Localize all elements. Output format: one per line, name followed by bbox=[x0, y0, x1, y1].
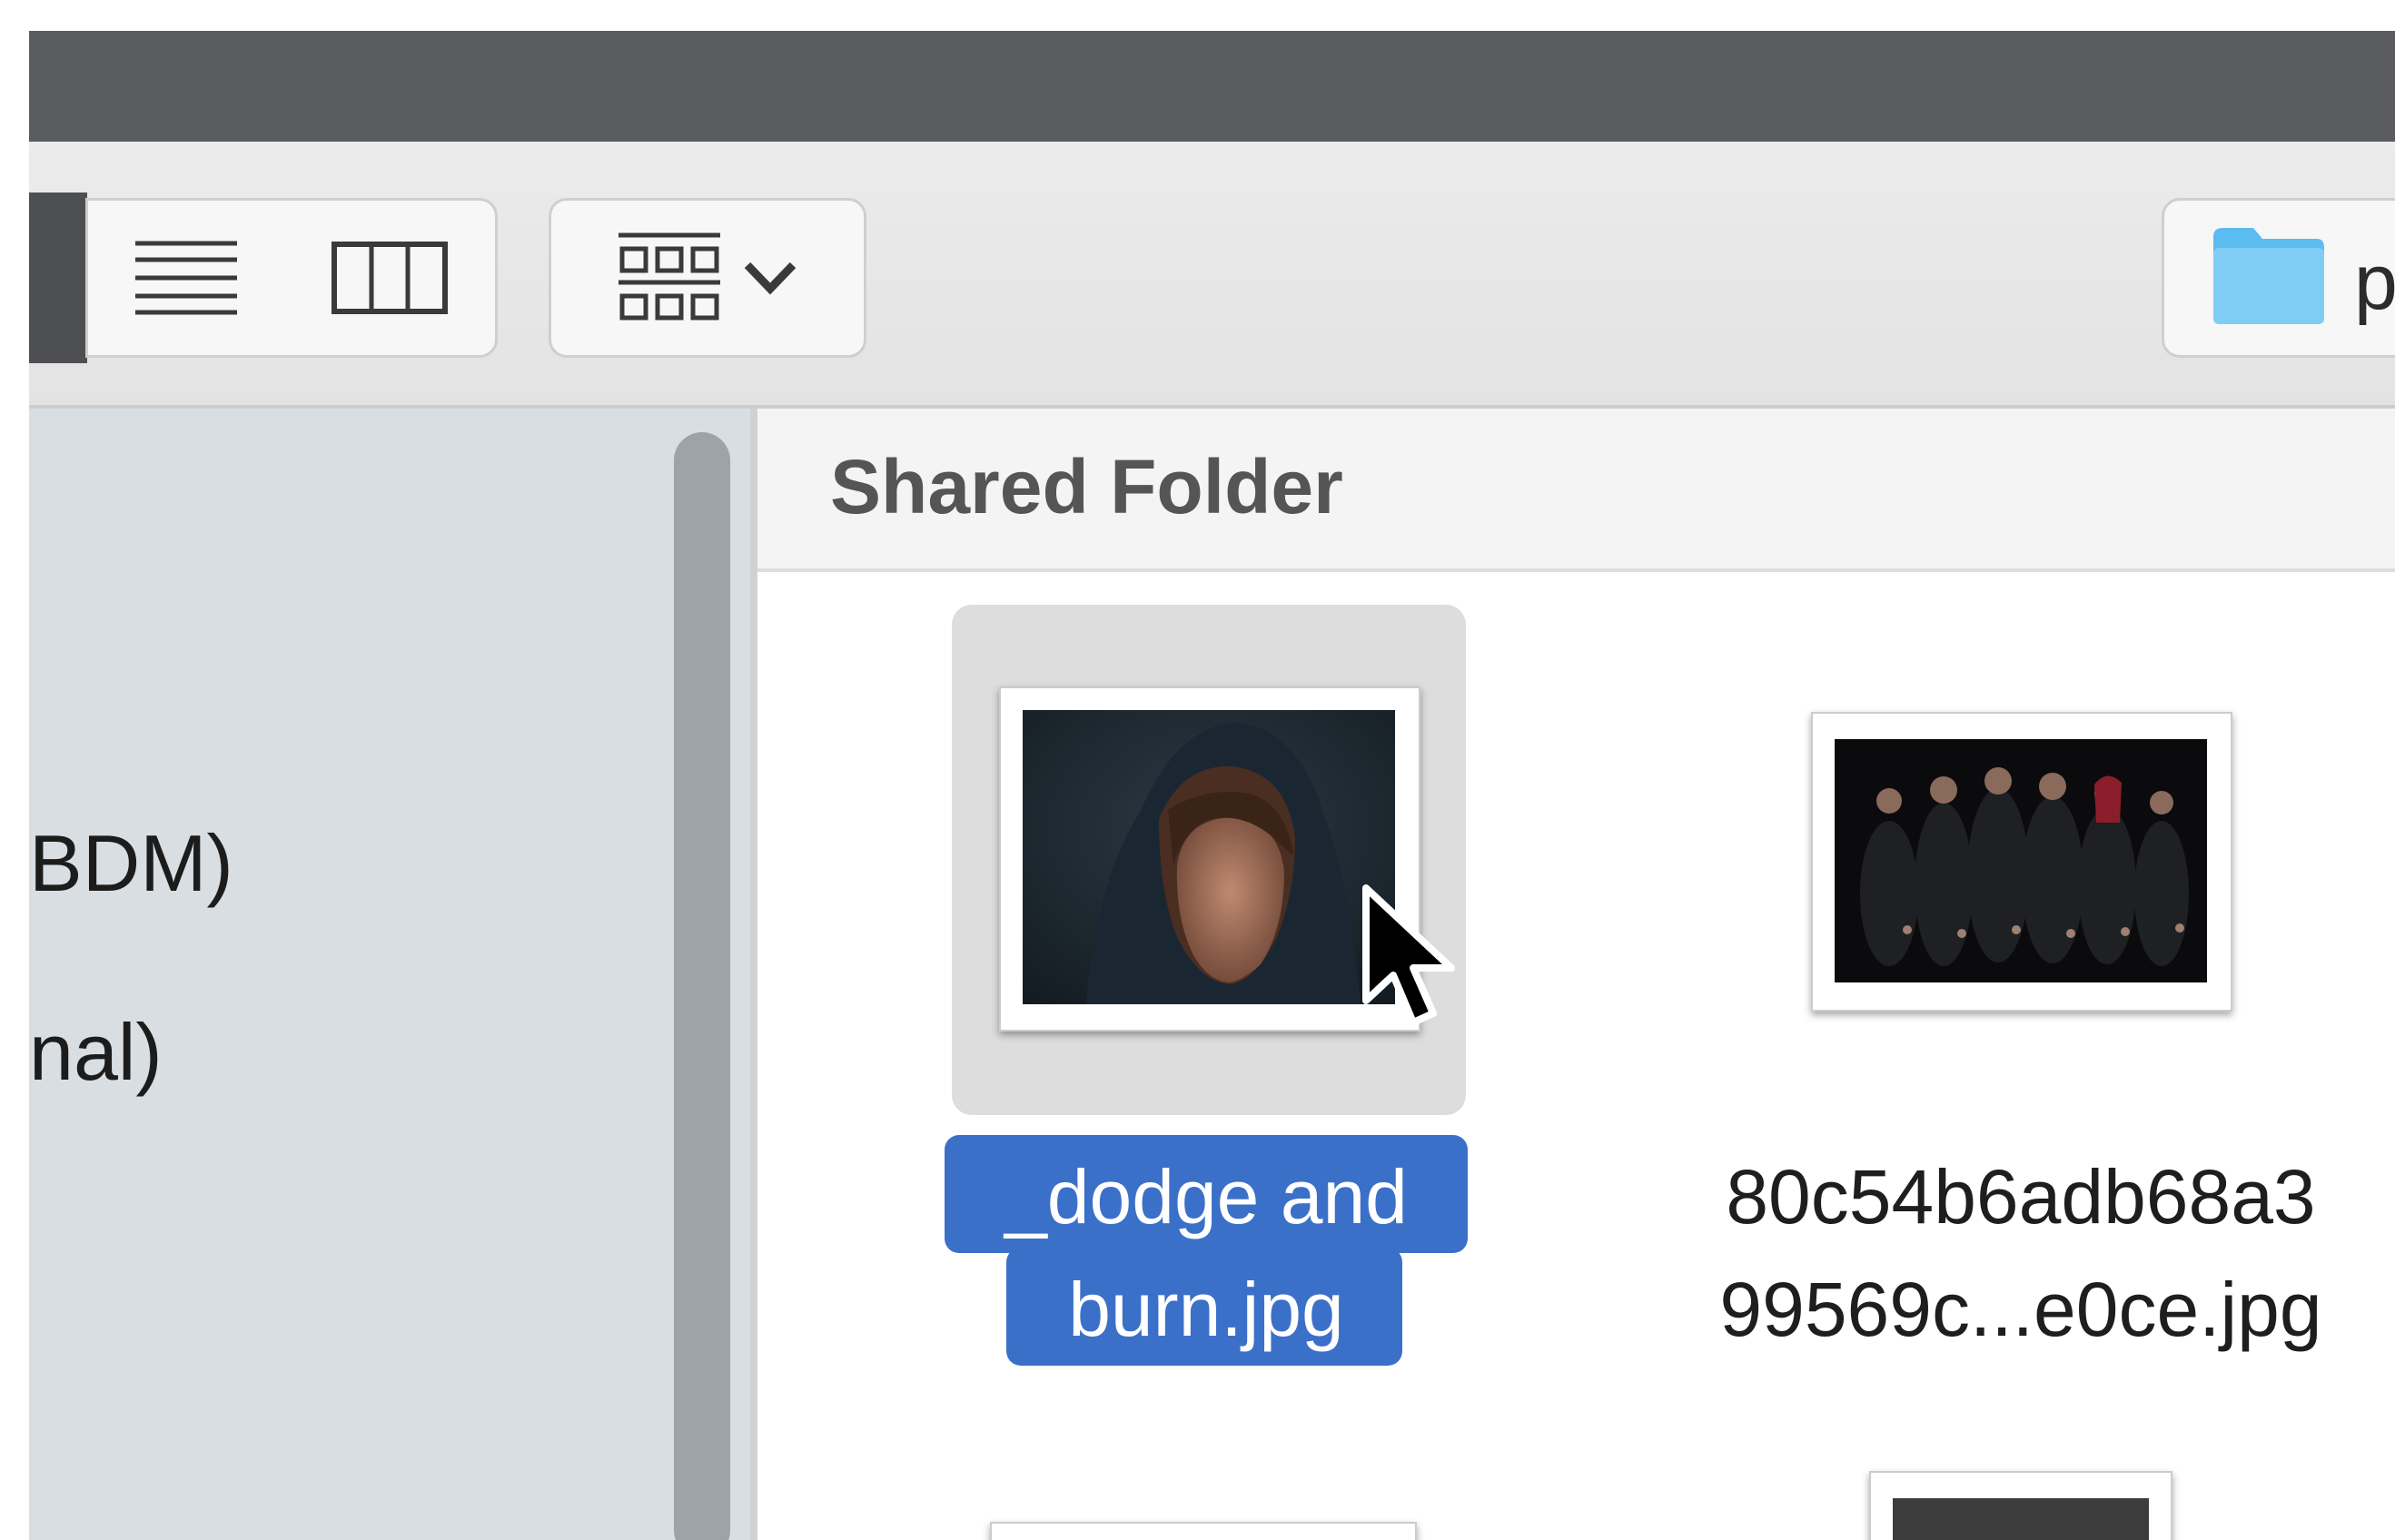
photo-preview bbox=[1893, 1498, 2149, 1540]
chevron-down-icon bbox=[744, 262, 797, 295]
title-bar[interactable] bbox=[29, 31, 2395, 142]
arrange-button[interactable] bbox=[549, 198, 866, 358]
sidebar-divider[interactable] bbox=[750, 409, 757, 1540]
list-view-icon bbox=[134, 241, 237, 315]
file-thumbnail[interactable] bbox=[990, 1522, 1417, 1540]
file-name-line[interactable]: _dodge and bbox=[945, 1140, 1468, 1253]
file-thumbnail[interactable] bbox=[1811, 712, 2232, 1012]
folder-icon bbox=[2213, 228, 2324, 324]
sidebar-item-label[interactable]: nal) bbox=[29, 1006, 163, 1099]
column-view-icon bbox=[331, 242, 448, 314]
path-label: p bbox=[2354, 239, 2395, 326]
file-name-line[interactable]: burn.jpg bbox=[945, 1253, 1468, 1366]
sidebar bbox=[29, 409, 756, 1540]
file-name-line[interactable]: 99569c...e0ce.jpg bbox=[1626, 1253, 2395, 1366]
group-view-icon bbox=[619, 232, 720, 321]
file-thumbnail[interactable] bbox=[999, 686, 1420, 1032]
section-title: Shared Folder bbox=[830, 444, 1343, 529]
group-photo bbox=[1835, 739, 2207, 982]
finder-window: p BDM) nal) Shared Folder _dodge and bur… bbox=[0, 0, 2395, 1540]
file-thumbnail[interactable] bbox=[1869, 1471, 2172, 1540]
column-view-button[interactable] bbox=[283, 198, 498, 358]
mouse-pointer-icon bbox=[1362, 884, 1455, 1026]
file-name-line[interactable]: 80c54b6adb68a3 bbox=[1626, 1140, 2395, 1253]
icon-view-button[interactable] bbox=[29, 192, 87, 363]
list-view-button[interactable] bbox=[85, 198, 285, 358]
sidebar-item-label[interactable]: BDM) bbox=[29, 817, 233, 910]
portrait-photo bbox=[1023, 710, 1395, 1004]
sidebar-scrollbar[interactable] bbox=[674, 432, 730, 1540]
